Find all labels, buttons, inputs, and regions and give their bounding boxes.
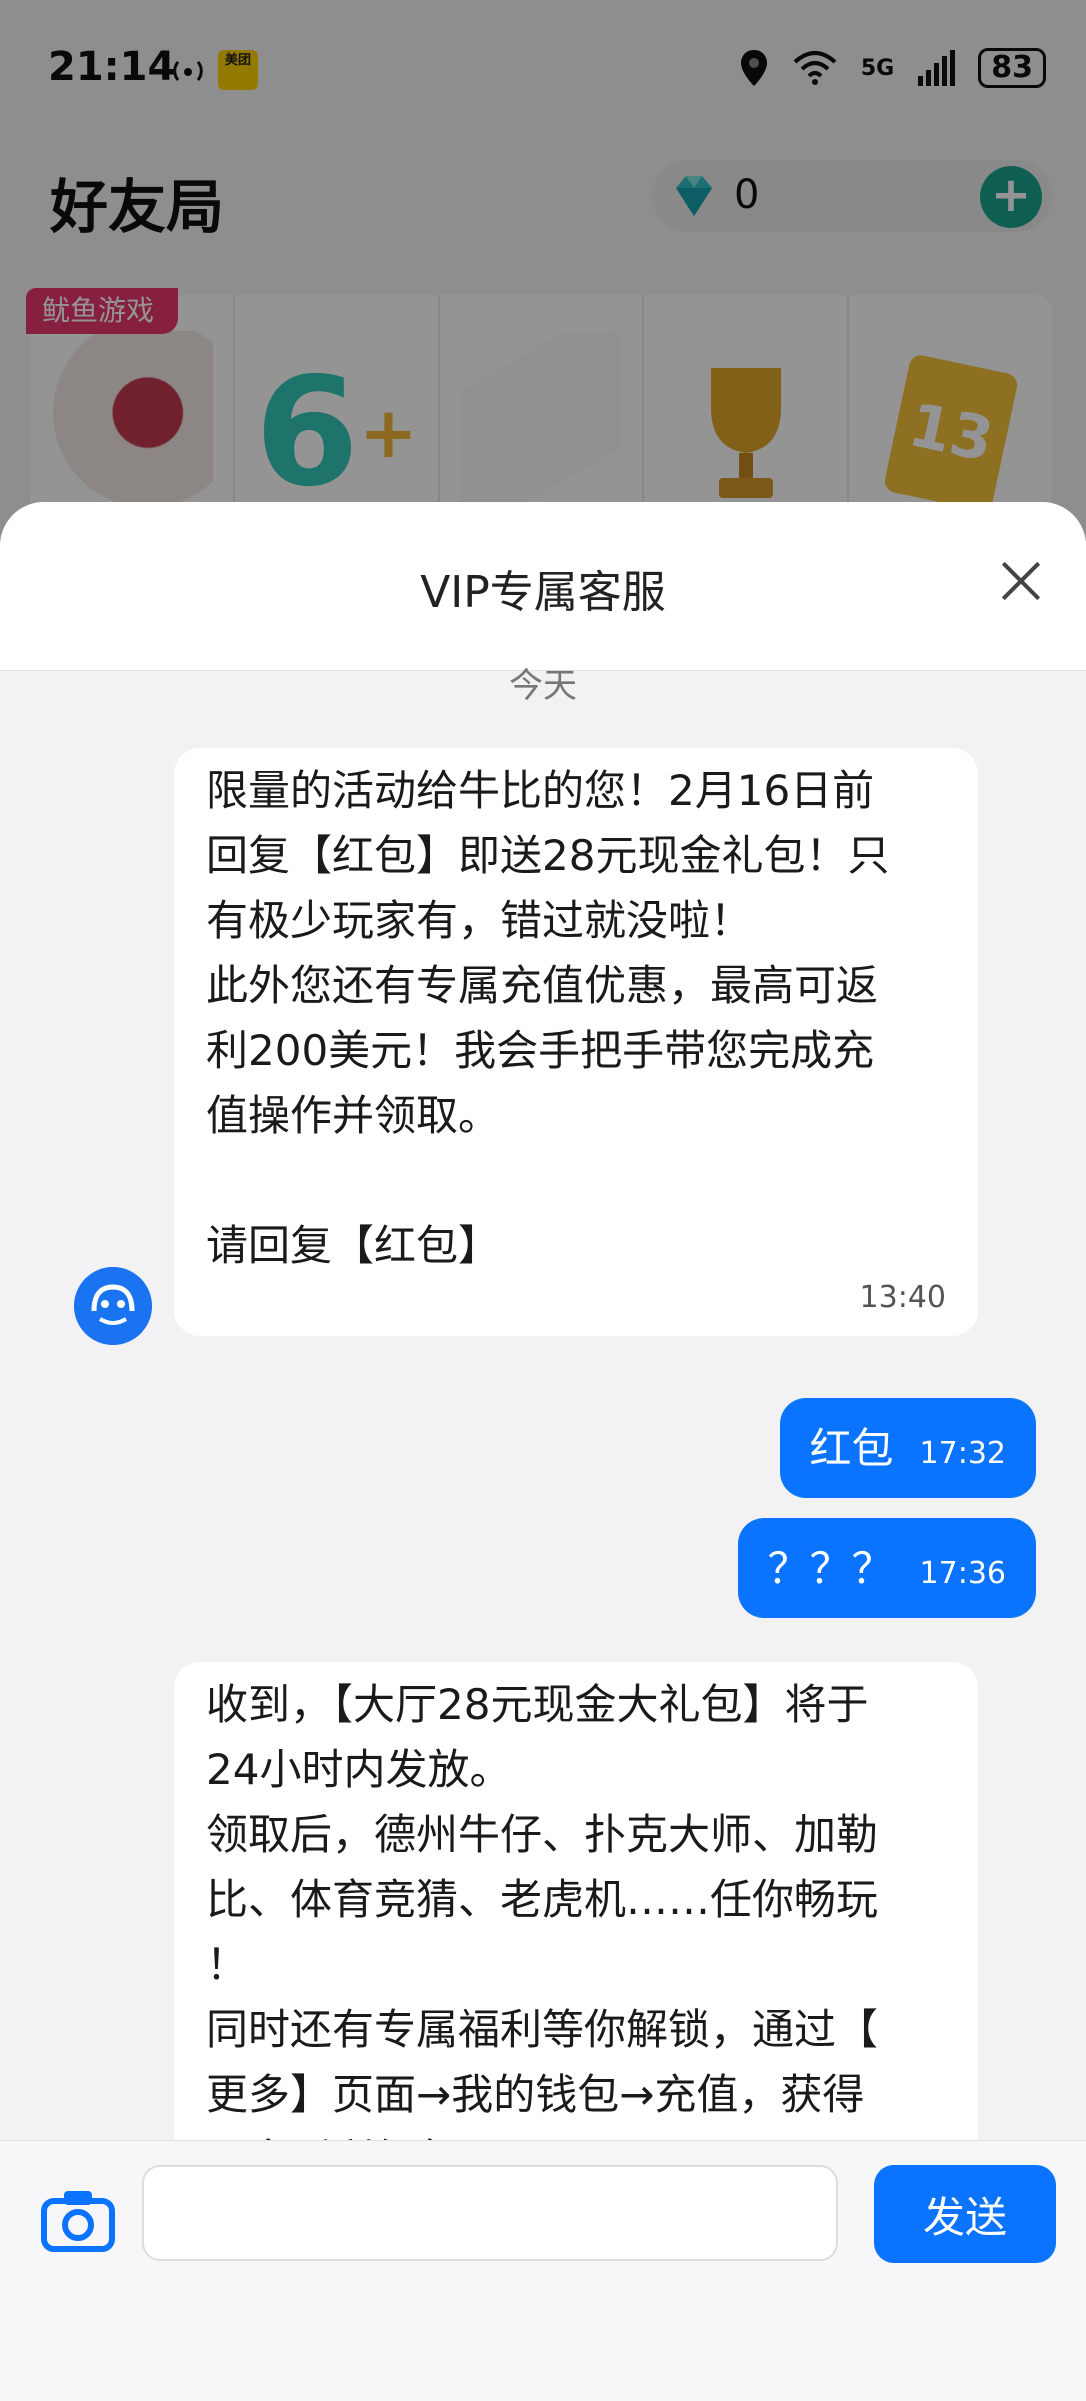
message-line: 请回复【红包】: [206, 1221, 501, 1270]
message-line: 此外您还有专属充值优惠，最高可返: [206, 961, 879, 1010]
camera-icon[interactable]: [38, 2181, 118, 2261]
message-line: ！: [206, 1940, 249, 1989]
close-icon[interactable]: [986, 546, 1056, 616]
message-line: 收到，【大厅28元现金大礼包】将于: [206, 1680, 869, 1729]
chat-input-bar: 发送: [0, 2140, 1086, 2401]
message-line: 同时还有专属福利等你解锁，通过【: [206, 2005, 879, 2054]
message-line: 利200美元！我会手把手带您完成充: [206, 1026, 875, 1075]
date-separator: 今天: [509, 666, 577, 706]
message-line: 比、体育竞猜、老虎机……任你畅玩: [206, 1875, 879, 1924]
message-text: ？？？: [767, 1543, 894, 1593]
message-input[interactable]: [142, 2165, 838, 2261]
message-line: 限量的活动给牛比的您！2月16日前: [206, 766, 875, 815]
message-line: 值操作并领取。: [206, 1091, 501, 1140]
message-line: 有极少玩家有，错过就没啦！: [206, 896, 753, 945]
message-user-2: ？？？ 17:36: [737, 1518, 1036, 1618]
message-text: 红包: [809, 1423, 894, 1473]
message-line: 回复【红包】即送28元现金礼包！只: [206, 831, 890, 880]
sheet-title: VIP专属客服: [420, 567, 666, 618]
message-time: 17:32: [919, 1436, 1006, 1471]
message-user-1: 红包 17:32: [779, 1398, 1036, 1498]
message-line: [206, 1148, 946, 1213]
message-agent-2: 收到，【大厅28元现金大礼包】将于 24小时内发放。 领取后，德州牛仔、扑克大师…: [174, 1662, 978, 2210]
message-time: 13:40: [859, 1280, 946, 1315]
agent-avatar-icon: [74, 1267, 152, 1345]
message-line: 更多】页面→我的钱包→充值，获得: [206, 2070, 865, 2119]
message-line: 领取后，德州牛仔、扑克大师、加勒: [206, 1810, 879, 1859]
send-button[interactable]: 发送: [874, 2165, 1056, 2263]
chat-sheet: VIP专属客服 今天 限量的活动给牛比的您！2月16日前 回复【红包】即送28元…: [0, 502, 1086, 2400]
message-time: 17:36: [919, 1556, 1006, 1591]
message-line: 24小时内发放。: [206, 1745, 512, 1794]
message-agent-1: 限量的活动给牛比的您！2月16日前 回复【红包】即送28元现金礼包！只 有极少玩…: [174, 748, 978, 1336]
sheet-header: VIP专属客服: [0, 502, 1086, 671]
